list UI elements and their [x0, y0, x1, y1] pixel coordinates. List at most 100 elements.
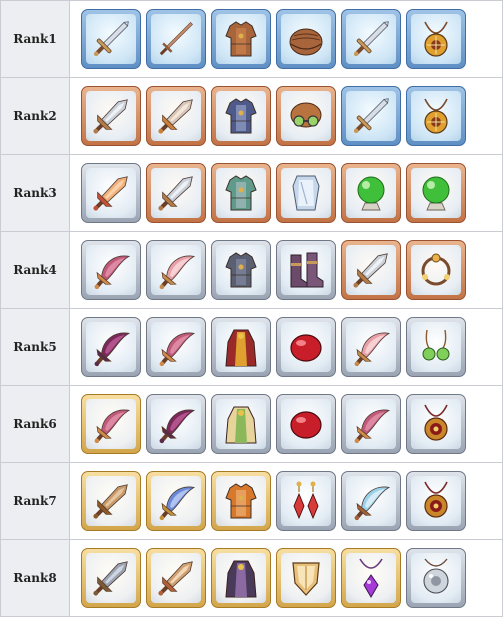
equipment-slot[interactable] — [146, 317, 206, 377]
equipment-slot[interactable] — [276, 394, 336, 454]
equipment-slot[interactable] — [406, 163, 466, 223]
equipment-slot[interactable] — [341, 471, 401, 531]
equipment-slot[interactable] — [341, 317, 401, 377]
dark-cloak-icon — [225, 560, 257, 598]
equipment-slot[interactable] — [81, 86, 141, 146]
equipment-slot[interactable] — [146, 9, 206, 69]
equipment-slot[interactable] — [341, 9, 401, 69]
equipment-slot[interactable] — [81, 471, 141, 531]
bracelet-icon — [421, 253, 451, 286]
chain-armor-icon — [225, 98, 257, 134]
equipment-slot[interactable] — [211, 394, 271, 454]
rank-row: Rank7 — [0, 462, 503, 540]
amulet-icon — [424, 98, 448, 134]
equipment-slot[interactable] — [406, 86, 466, 146]
rank-equipment-cell — [69, 539, 503, 617]
green-orb-icon — [422, 176, 450, 211]
equipment-slot[interactable] — [146, 240, 206, 300]
equipment-slot[interactable] — [276, 317, 336, 377]
equipment-slot[interactable] — [341, 163, 401, 223]
dark-blade-icon — [159, 409, 196, 444]
rank-row: Rank4 — [0, 231, 503, 309]
equipment-slot[interactable] — [276, 163, 336, 223]
red-gem-icon — [290, 334, 322, 362]
rank-equipment-cell — [69, 231, 503, 309]
rank-equipment-cell — [69, 77, 503, 155]
equipment-slot[interactable] — [146, 86, 206, 146]
equipment-slot[interactable] — [406, 9, 466, 69]
silver-charm-icon — [423, 558, 449, 594]
rank-row: Rank8 — [0, 539, 503, 617]
equipment-slot[interactable] — [146, 548, 206, 608]
equipment-slot[interactable] — [81, 9, 141, 69]
equipment-slot[interactable] — [211, 548, 271, 608]
equipment-slot[interactable] — [341, 548, 401, 608]
ornate-spear-icon — [158, 561, 193, 596]
equipment-slot[interactable] — [211, 163, 271, 223]
rank-label: Rank2 — [0, 77, 70, 155]
equipment-slot[interactable] — [81, 394, 141, 454]
gargoyle-armor-icon — [225, 252, 257, 288]
equipment-slot[interactable] — [211, 86, 271, 146]
dark-blade-icon — [94, 332, 131, 367]
rank-label: Rank8 — [0, 539, 70, 617]
royal-armor-icon — [225, 483, 257, 519]
rank-label: Rank5 — [0, 308, 70, 386]
equipment-slot[interactable] — [81, 548, 141, 608]
equipment-slot[interactable] — [406, 317, 466, 377]
equipment-slot[interactable] — [406, 471, 466, 531]
leather-armor-icon — [225, 21, 257, 57]
rank-equipment-cell — [69, 308, 503, 386]
equipment-slot[interactable] — [276, 471, 336, 531]
plate-armor-icon — [225, 175, 257, 211]
equipment-slot[interactable] — [406, 548, 466, 608]
ornate-sword-icon — [158, 99, 193, 134]
equipment-slot[interactable] — [341, 394, 401, 454]
crystal-shield-icon — [292, 175, 320, 211]
equipment-slot[interactable] — [276, 240, 336, 300]
equipment-slot[interactable] — [341, 86, 401, 146]
goggle-helmet-icon — [290, 102, 322, 128]
boots-icon — [290, 252, 324, 288]
rank-label: Rank7 — [0, 462, 70, 540]
spear-sword-icon — [353, 253, 388, 288]
scimitar-icon — [354, 332, 391, 367]
spear-sword-icon — [158, 176, 193, 211]
equipment-slot[interactable] — [81, 240, 141, 300]
equipment-slot[interactable] — [211, 471, 271, 531]
equipment-slot[interactable] — [211, 240, 271, 300]
equipment-slot[interactable] — [146, 471, 206, 531]
equipment-slot[interactable] — [81, 317, 141, 377]
medallion-icon — [424, 404, 448, 441]
equipment-slot[interactable] — [146, 163, 206, 223]
equipment-slot[interactable] — [81, 163, 141, 223]
cap-icon — [289, 28, 323, 56]
rank-equipment-cell — [69, 462, 503, 540]
curved-blade-icon — [94, 409, 131, 444]
earrings-icon — [422, 329, 450, 361]
flame-sword-icon — [93, 176, 128, 211]
shield-icon — [292, 562, 320, 596]
equipment-slot[interactable] — [341, 240, 401, 300]
red-gem-icon — [290, 411, 322, 439]
green-orb-icon — [357, 176, 385, 211]
royal-robe-icon — [225, 329, 257, 367]
rank-label: Rank3 — [0, 154, 70, 232]
equipment-slot[interactable] — [211, 317, 271, 377]
broad-sword-icon — [93, 484, 128, 519]
equipment-slot[interactable] — [276, 86, 336, 146]
equipment-slot[interactable] — [211, 9, 271, 69]
sword-icon — [353, 98, 389, 134]
equipment-slot[interactable] — [276, 9, 336, 69]
equipment-slot[interactable] — [276, 548, 336, 608]
equipment-slot[interactable] — [146, 394, 206, 454]
rank-equipment-cell — [69, 154, 503, 232]
rank-label: Rank1 — [0, 0, 70, 78]
spiked-blade-icon — [93, 561, 128, 596]
equipment-slot[interactable] — [406, 240, 466, 300]
sword-icon — [353, 21, 389, 57]
scimitar-icon — [159, 255, 196, 290]
equipment-slot[interactable] — [406, 394, 466, 454]
sword-icon — [93, 21, 129, 57]
rank-row: Rank5 — [0, 308, 503, 386]
